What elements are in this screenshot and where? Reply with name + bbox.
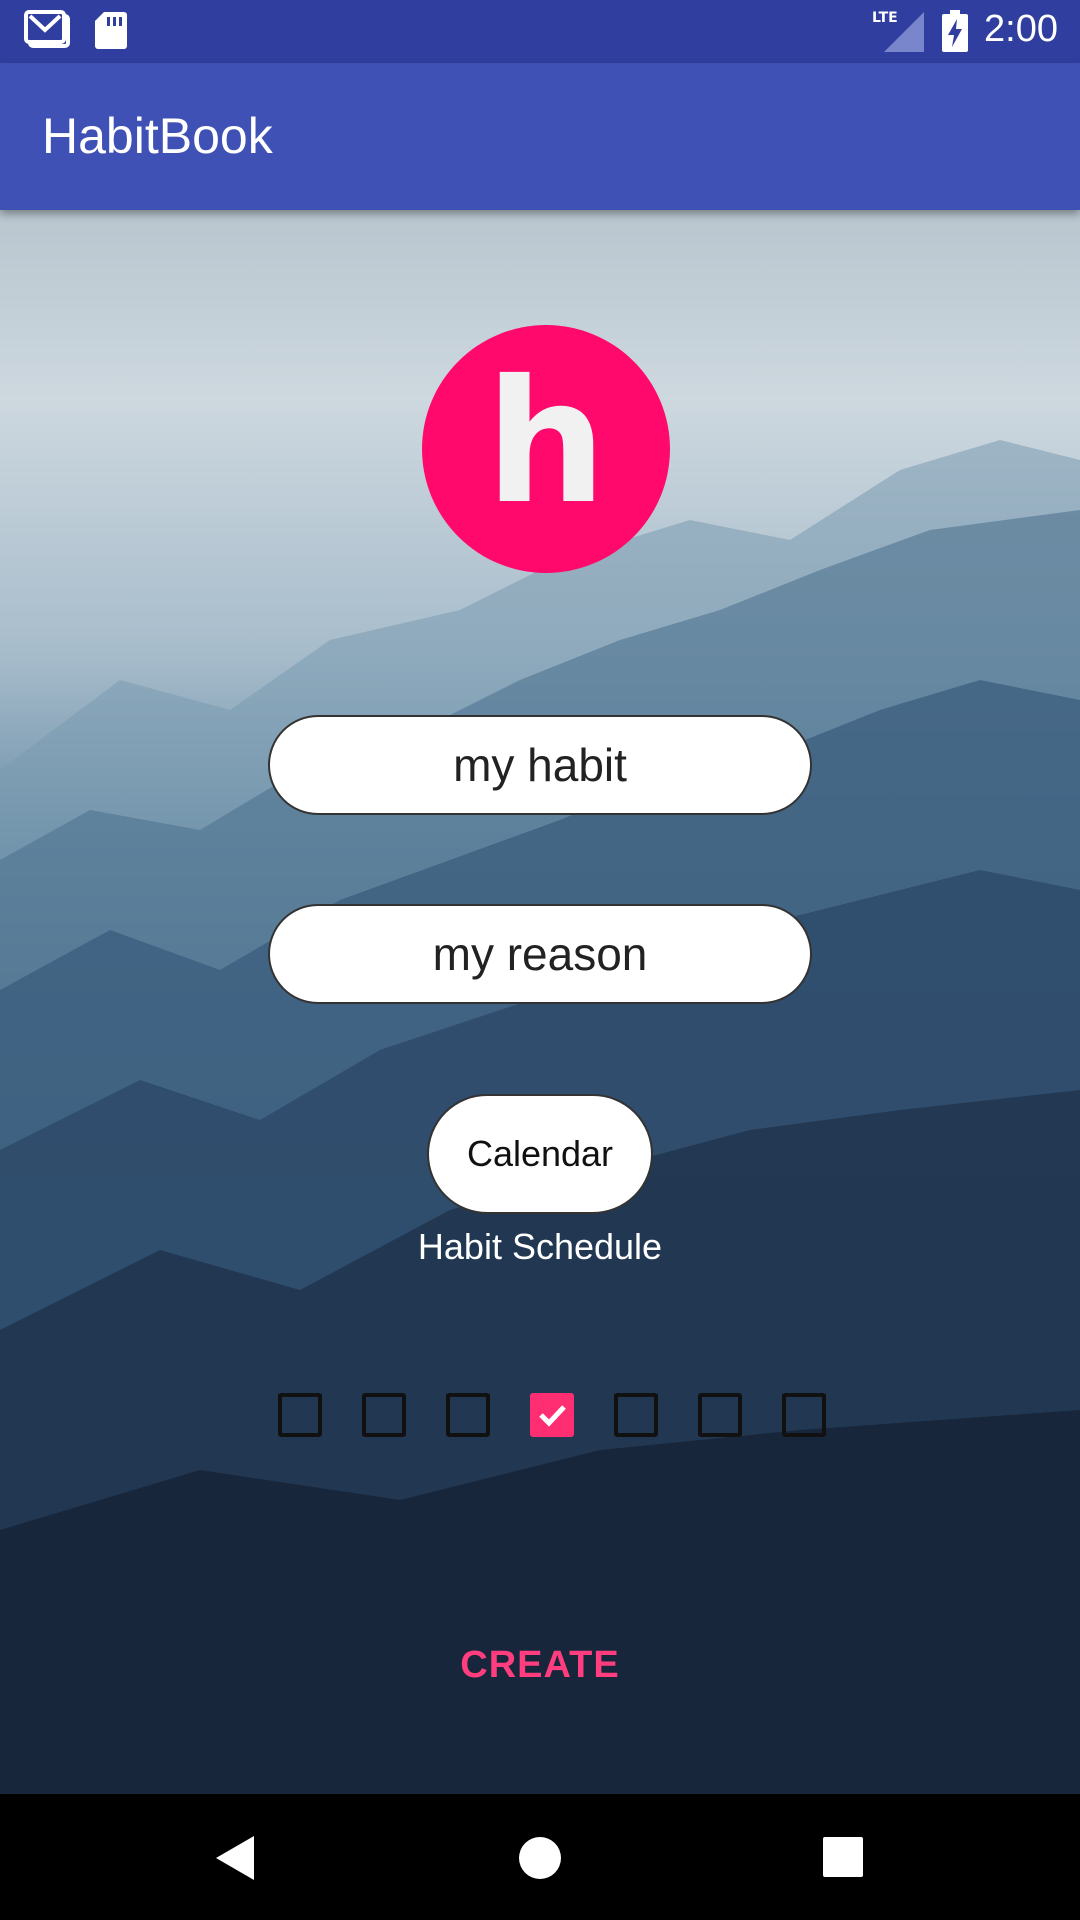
habit-logo: h: [422, 325, 670, 573]
app-bar: HabitBook: [0, 63, 1080, 210]
navigation-bar: [0, 1794, 1080, 1920]
schedule-days: [278, 1393, 838, 1443]
app-title: HabitBook: [42, 108, 273, 164]
reason-input[interactable]: my reason: [268, 904, 812, 1004]
battery-charging-icon: [942, 10, 968, 57]
screen: LTE 2:00 HabitBook h my habit my reason …: [0, 0, 1080, 1920]
svg-text:LTE: LTE: [872, 10, 898, 26]
calendar-button[interactable]: Calendar: [427, 1094, 653, 1214]
status-clock: 2:00: [984, 8, 1058, 50]
day-checkbox-1[interactable]: [278, 1393, 322, 1437]
sd-card-icon: [94, 10, 128, 55]
day-checkbox-2[interactable]: [362, 1393, 406, 1437]
habit-schedule-label: Habit Schedule: [417, 1226, 663, 1267]
home-icon[interactable]: [518, 1836, 562, 1885]
lte-signal-icon: LTE: [872, 8, 924, 57]
back-icon[interactable]: [214, 1834, 256, 1887]
gmail-icon: [24, 10, 72, 55]
day-checkbox-5[interactable]: [614, 1393, 658, 1437]
check-icon: [539, 1405, 566, 1427]
day-checkbox-4[interactable]: [530, 1393, 574, 1437]
main-content: h my habit my reason Calendar Habit Sche…: [0, 210, 1080, 1794]
recents-icon[interactable]: [823, 1837, 863, 1882]
logo-letter: h: [485, 344, 607, 542]
day-checkbox-3[interactable]: [446, 1393, 490, 1437]
day-checkbox-6[interactable]: [698, 1393, 742, 1437]
status-bar: LTE 2:00: [0, 0, 1080, 63]
day-checkbox-7[interactable]: [782, 1393, 826, 1437]
habit-input[interactable]: my habit: [268, 715, 812, 815]
create-button[interactable]: CREATE: [0, 1644, 1080, 1687]
